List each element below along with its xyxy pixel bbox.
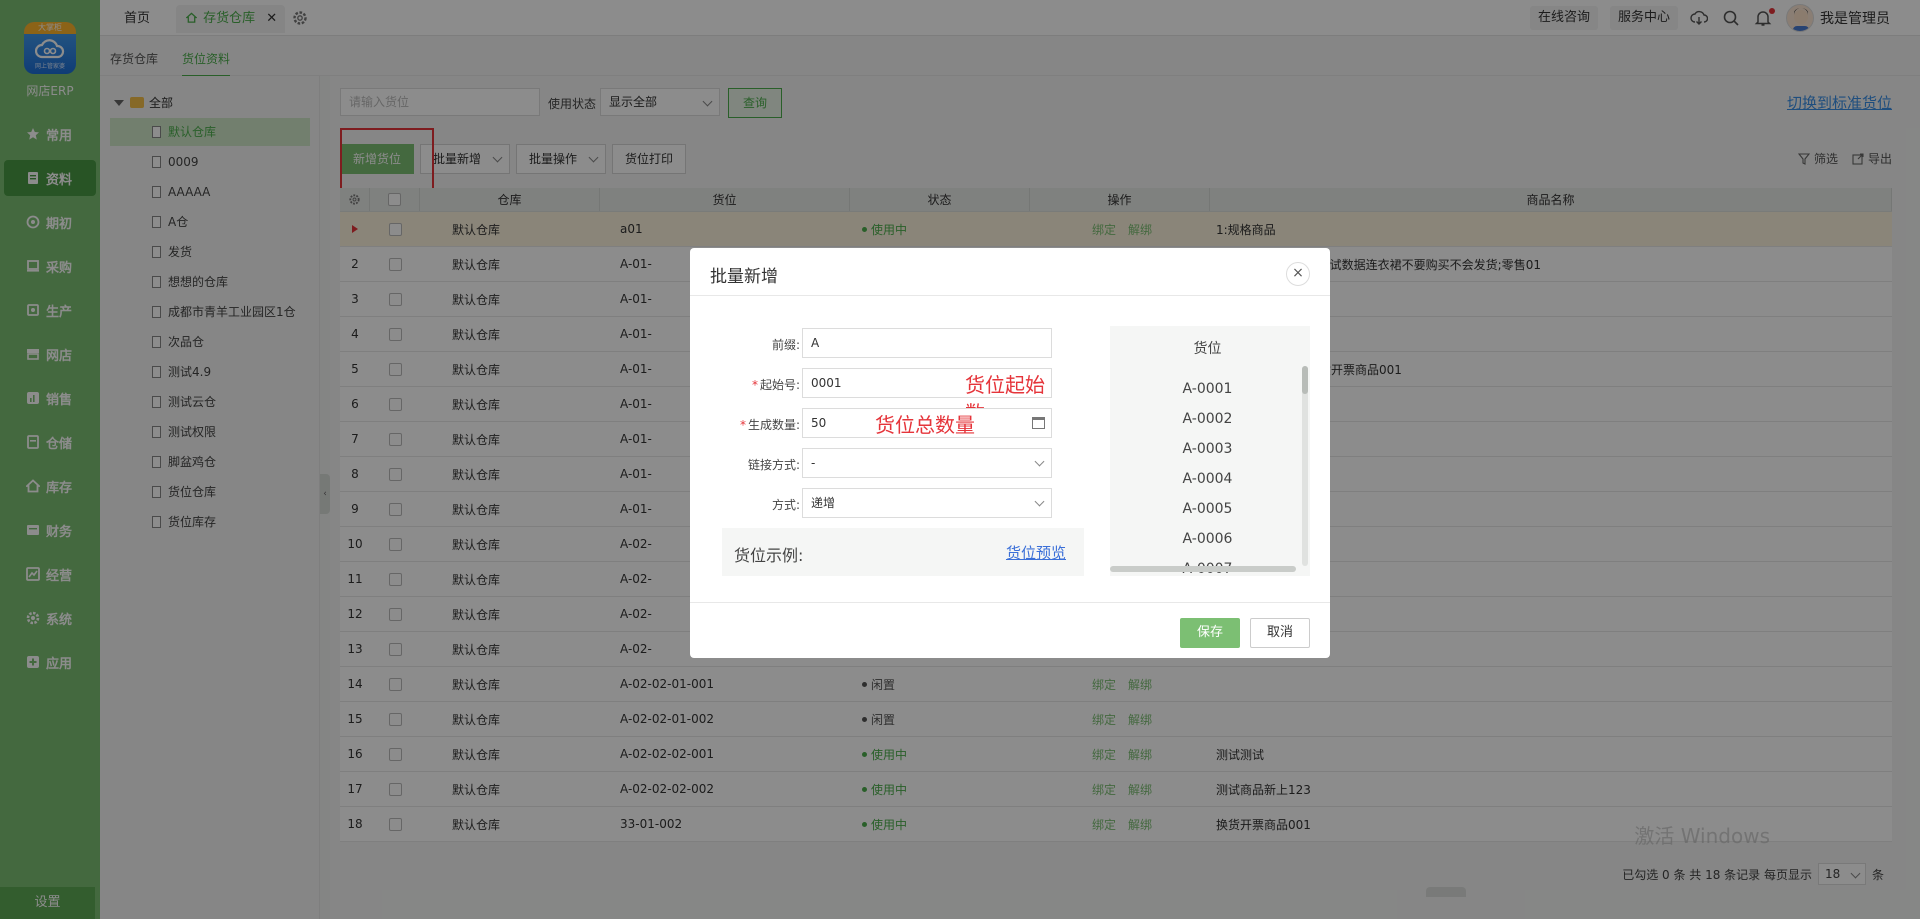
link-mode-row: 链接方式: - (710, 448, 1052, 478)
preview-link[interactable]: 货位预览 (1006, 542, 1066, 563)
start-number-row: *起始号: 0001 货位起始数 (710, 368, 1052, 425)
preview-item: A-0001 (1182, 381, 1233, 397)
mode-label: 方式: (771, 498, 800, 512)
start-number-label: * 起始号: (710, 376, 800, 393)
link-mode-select[interactable]: - (802, 448, 1052, 478)
preview-item: A-0005 (1182, 501, 1233, 517)
preview-item: A-0006 (1182, 531, 1233, 547)
example-label: 货位示例: (734, 546, 804, 565)
start-number-input[interactable]: 0001 货位起始数 (802, 368, 1052, 425)
chevron-down-icon (1034, 456, 1045, 467)
calendar-icon[interactable] (1032, 417, 1045, 429)
divider (690, 295, 1330, 296)
link-mode-label: 链接方式: (747, 458, 800, 472)
required-mark: * (739, 418, 746, 432)
scroll-thumb[interactable] (1302, 366, 1308, 394)
mode-value: 递增 (811, 496, 836, 510)
preview-scrollbar-vertical[interactable] (1302, 366, 1308, 566)
count-label-text: 生成数量: (747, 418, 800, 432)
location-preview-list[interactable]: 货位 A-0001 A-0002 A-0003 A-0004 A-0005 A-… (1110, 326, 1310, 576)
start-number-value: 0001 (811, 376, 842, 390)
count-label: * 生成数量: (710, 416, 800, 433)
preview-item: A-0004 (1182, 471, 1233, 487)
start-number-label-text: 起始号: (759, 378, 800, 392)
required-mark: * (751, 378, 758, 392)
location-example-box: 货位示例: 货位预览 (722, 528, 1084, 576)
count-annotation: 货位总数量 (875, 413, 975, 437)
prefix-input[interactable]: A (802, 328, 1052, 358)
link-mode-value: - (811, 456, 816, 470)
chevron-down-icon (1034, 496, 1045, 507)
dialog-title: 批量新增 (710, 267, 778, 287)
batch-add-dialog: 批量新增 × 前缀: A *起始号: 0001 货位起始数 *生成数量: 50 … (690, 248, 1330, 658)
mode-select[interactable]: 递增 (802, 488, 1052, 518)
prefix-row: 前缀: A (710, 328, 1052, 358)
preview-item: A-0003 (1182, 441, 1233, 457)
close-icon[interactable]: × (1286, 262, 1310, 286)
count-row: * 生成数量: 50 货位总数量 (710, 408, 1052, 438)
mode-row: 方式: 递增 (710, 488, 1052, 518)
preview-header: 货位 (1193, 341, 1222, 357)
preview-scrollbar-horizontal[interactable] (1110, 566, 1296, 572)
cancel-button[interactable]: 取消 (1250, 618, 1310, 648)
save-button[interactable]: 保存 (1180, 618, 1240, 648)
count-value: 50 (811, 416, 827, 430)
divider (690, 602, 1330, 603)
preview-item: A-0002 (1182, 411, 1233, 427)
prefix-label: 前缀: (771, 338, 800, 352)
count-input[interactable]: 50 货位总数量 (802, 408, 1052, 438)
